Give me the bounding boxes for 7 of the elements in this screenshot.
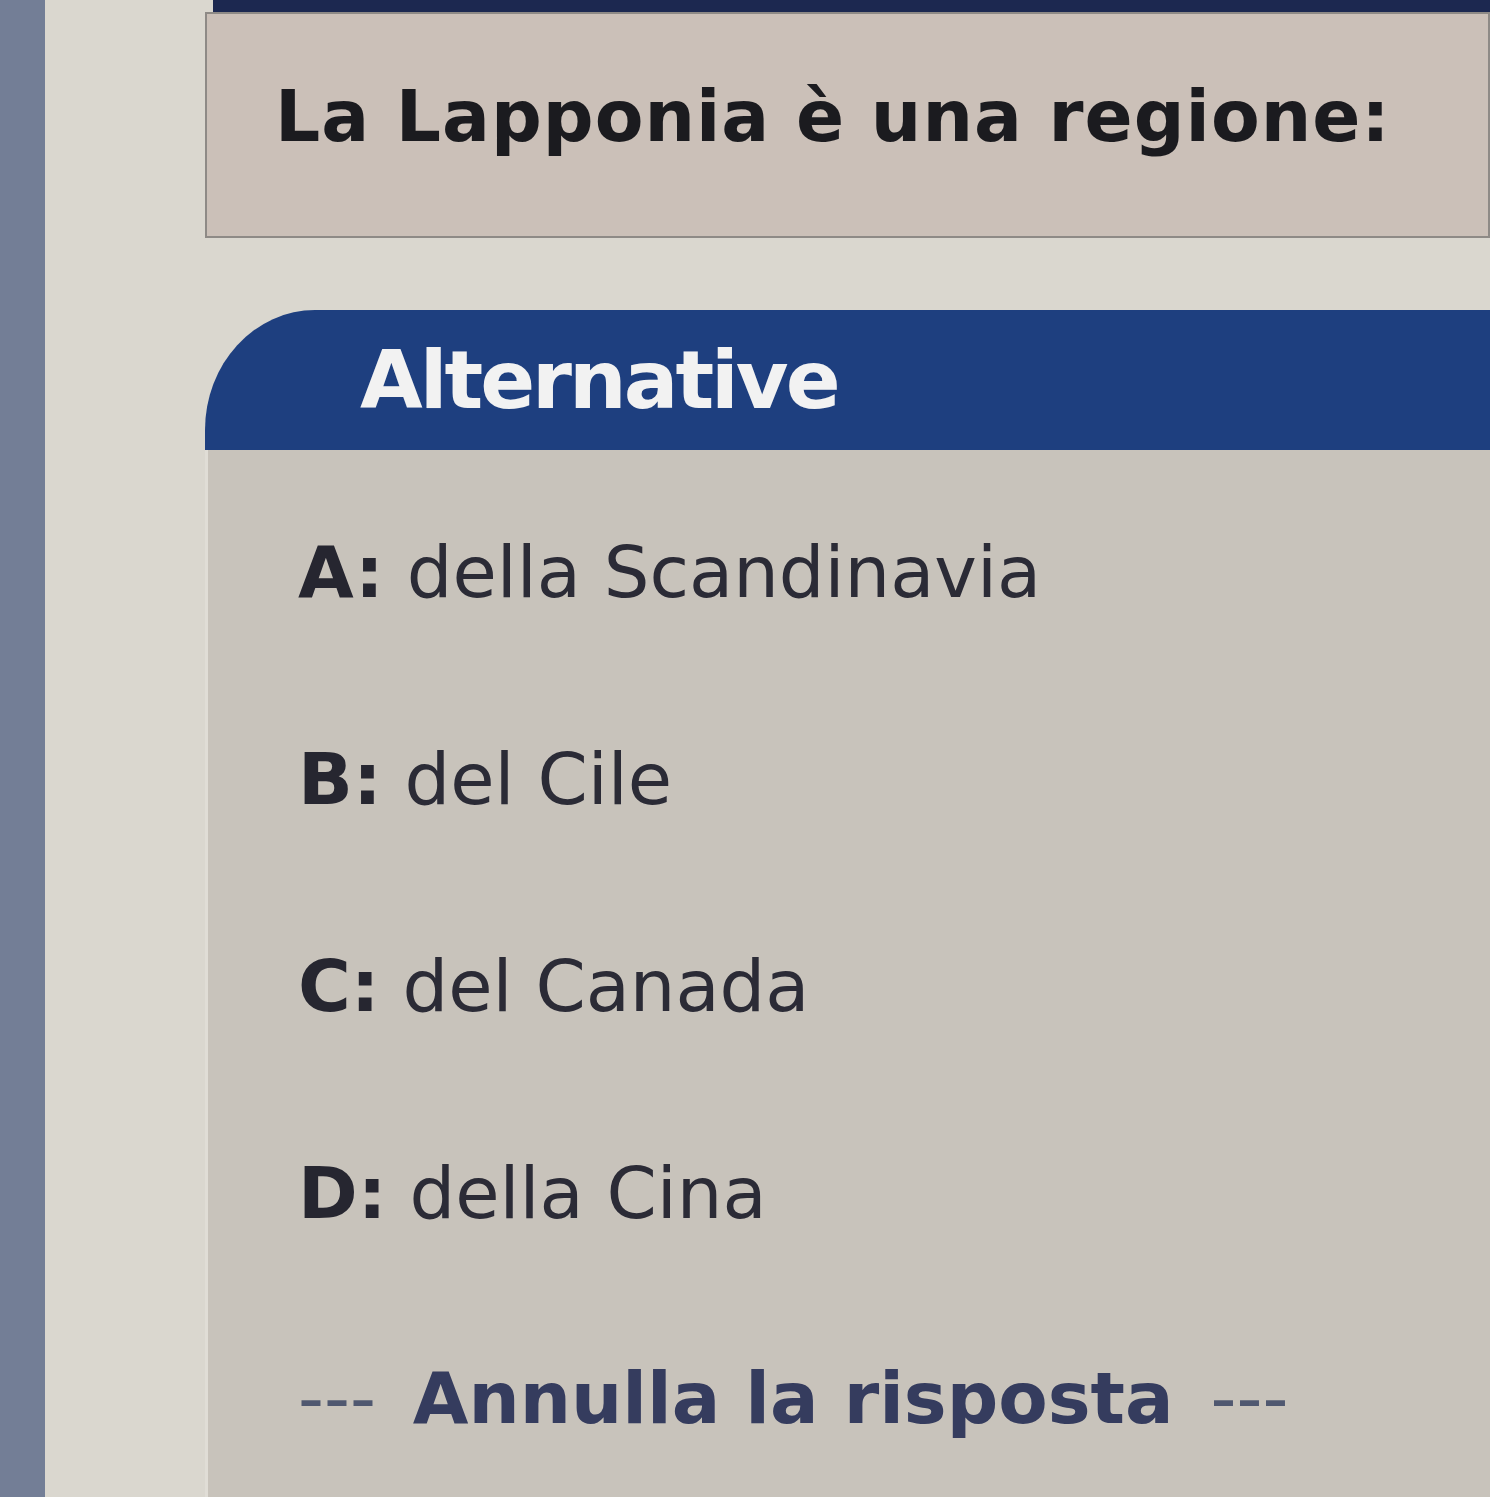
answer-option[interactable]: A: della Scandinavia bbox=[298, 530, 1041, 614]
question-text: La Lapponia è una regione: bbox=[275, 74, 1391, 158]
cancel-answer-link[interactable]: --- Annulla la risposta --- bbox=[298, 1356, 1289, 1440]
answer-option[interactable]: B: del Cile bbox=[298, 737, 673, 821]
answer-option[interactable]: C: del Canada bbox=[298, 944, 810, 1028]
alternatives-title: Alternative bbox=[360, 333, 838, 427]
answer-option[interactable]: D: della Cina bbox=[298, 1151, 767, 1235]
